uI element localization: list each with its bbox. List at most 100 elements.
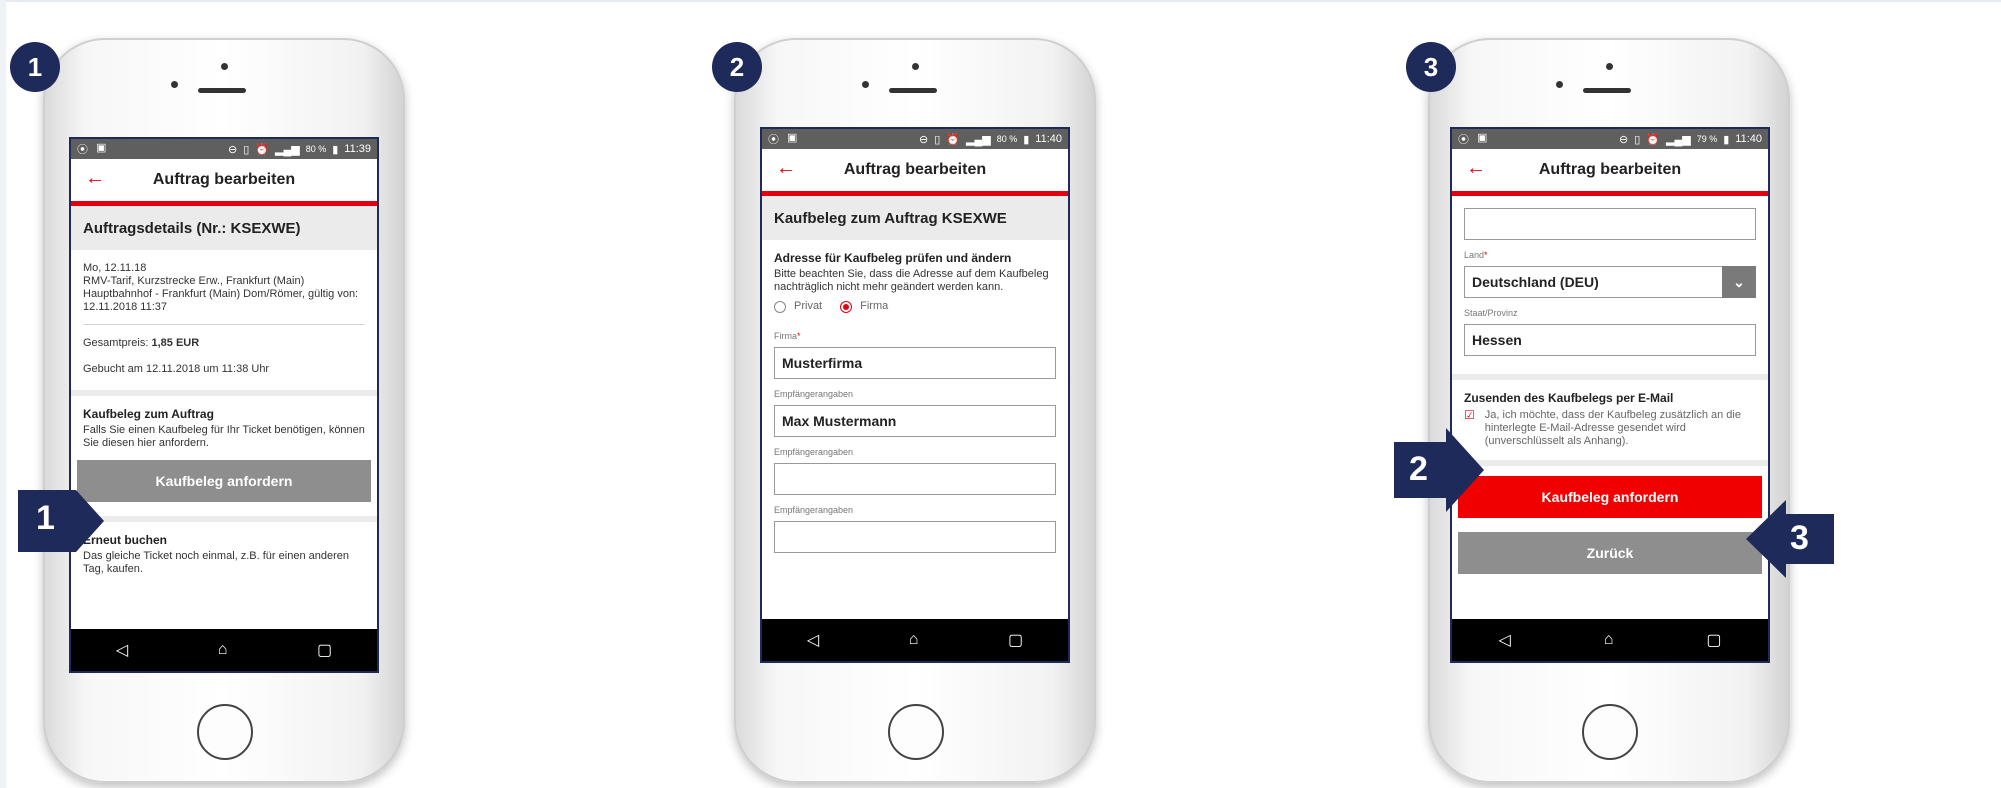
signal-icon: ▂▄▆ <box>965 133 991 146</box>
state-input[interactable]: Hessen <box>1464 324 1756 356</box>
receipt-section: Kaufbeleg zum Auftrag Falls Sie einen Ka… <box>71 396 377 460</box>
front-camera <box>862 81 869 88</box>
status-bar: ⦿ ▣ ⊖ ▯ ⏰ ▂▄▆ 80 % ▮ 11:39 <box>71 139 377 159</box>
image-icon: ▣ <box>96 142 107 154</box>
back-button[interactable]: Zurück <box>1458 532 1762 574</box>
order-details: Mo, 12.11.18 RMV-Tarif, Kurzstrecke Erw.… <box>71 250 377 390</box>
home-button[interactable] <box>888 704 944 760</box>
recipient-label-2: Empfängerangaben <box>774 447 854 457</box>
receipt-text: Falls Sie einen Kaufbeleg für Ihr Ticket… <box>83 424 365 449</box>
app-bar: ← Auftrag bearbeiten <box>1452 149 1768 196</box>
country-label: Land* <box>1452 250 1768 260</box>
page-title: Auftrag bearbeiten <box>843 161 987 178</box>
step-badge-2: 2 <box>712 42 762 92</box>
vibrate-icon: ▯ <box>243 143 250 156</box>
section-title: Auftragsdetails (Nr.: KSEXWE) <box>71 206 377 250</box>
nav-home-icon[interactable]: ⌂ <box>1604 631 1614 649</box>
order-description: RMV-Tarif, Kurzstrecke Erw., Frankfurt (… <box>83 275 359 313</box>
address-section: Adresse für Kaufbeleg prüfen und ändern … <box>762 240 1068 313</box>
app-bar: ← Auftrag bearbeiten <box>762 149 1068 196</box>
marker-number: 3 <box>1790 519 1809 557</box>
state-label: Staat/Provinz <box>1464 308 1518 318</box>
android-nav-bar: ◁ ⌂ ▢ <box>1452 619 1768 661</box>
sensor-dot <box>912 63 919 70</box>
top-divider <box>0 0 2001 2</box>
email-option-text: Ja, ich möchte, dass der Kaufbeleg zusät… <box>1484 409 1741 447</box>
right-pointing-arrow-icon <box>18 490 104 552</box>
back-arrow-icon[interactable]: ← <box>85 167 105 190</box>
step-badge-3: 3 <box>1406 42 1456 92</box>
step-badge-1: 1 <box>10 42 60 92</box>
nav-back-icon[interactable]: ◁ <box>116 640 128 660</box>
address-type-radio-group: Privat Firma <box>774 300 1056 313</box>
radio-company[interactable] <box>840 300 853 313</box>
status-time: 11:40 <box>1735 133 1762 145</box>
home-button[interactable] <box>1582 704 1638 760</box>
battery-icon: ▮ <box>1023 133 1030 146</box>
phone-step-2: ⦿ ▣ ⊖ ▯ ⏰ ▂▄▆ 80 % ▮ 11:40 ← Auftrag bear… <box>734 38 1096 783</box>
vibrate-icon: ▯ <box>1634 133 1641 146</box>
back-arrow-icon[interactable]: ← <box>1466 157 1486 180</box>
signal-icon: ▂▄▆ <box>1665 133 1691 146</box>
battery-icon: ▮ <box>1723 133 1730 146</box>
nav-home-icon[interactable]: ⌂ <box>218 641 228 659</box>
nav-home-icon[interactable]: ⌂ <box>909 631 919 649</box>
app-bar: ← Auftrag bearbeiten <box>71 159 377 206</box>
company-input[interactable]: Musterfirma <box>774 347 1056 379</box>
marker-number: 2 <box>1409 450 1428 488</box>
total-label: Gesamtpreis: <box>83 337 149 349</box>
dnd-icon: ⊖ <box>919 133 929 146</box>
status-bar: ⦿ ▣ ⊖ ▯ ⏰ ▂▄▆ 80 % ▮ 11:40 <box>762 129 1068 149</box>
back-arrow-icon[interactable]: ← <box>776 157 796 180</box>
signal-icon: ▂▄▆ <box>274 143 300 156</box>
recipient-input-3[interactable] <box>774 521 1056 553</box>
alarm-icon: ⏰ <box>1646 133 1660 146</box>
notification-icon: ⦿ <box>768 134 779 146</box>
radio-company-label: Firma <box>860 300 889 312</box>
recipient-input-2[interactable] <box>774 463 1056 495</box>
notification-icon: ⦿ <box>77 144 88 156</box>
nav-back-icon[interactable]: ◁ <box>807 630 819 650</box>
divider <box>83 324 365 325</box>
email-section: Zusenden des Kaufbelegs per E-Mail ☑ Ja,… <box>1452 380 1768 460</box>
notification-icon: ⦿ <box>1458 134 1469 146</box>
left-edge-bar <box>0 0 6 788</box>
nav-recents-icon[interactable]: ▢ <box>1008 630 1023 650</box>
chevron-down-icon[interactable]: ⌄ <box>1722 266 1756 298</box>
section-separator <box>1452 460 1768 466</box>
country-label-text: Land <box>1464 250 1485 260</box>
phone-screen: ⦿ ▣ ⊖ ▯ ⏰ ▂▄▆ 79 % ▮ 11:40 ← Auftrag bear… <box>1450 127 1770 663</box>
booked-info: Gebucht am 12.11.2018 um 11:38 Uhr <box>83 363 270 375</box>
nav-recents-icon[interactable]: ▢ <box>317 640 332 660</box>
front-camera <box>171 81 178 88</box>
recipient-label-3: Empfängerangaben <box>774 505 854 515</box>
section-title: Kaufbeleg zum Auftrag KSEXWE <box>762 196 1068 240</box>
total-price: Gesamtpreis: 1,85 EUR <box>83 337 365 350</box>
battery-percent: 80 % <box>305 144 327 154</box>
recipient-input-1[interactable]: Max Mustermann <box>774 405 1056 437</box>
email-option: ☑ Ja, ich möchte, dass der Kaufbeleg zus… <box>1464 409 1756 448</box>
pointer-marker-3: 3 <box>1746 500 1834 578</box>
address-extra-input[interactable] <box>1464 208 1756 240</box>
request-receipt-button[interactable]: Kaufbeleg anfordern <box>77 460 371 502</box>
nav-back-icon[interactable]: ◁ <box>1498 630 1510 650</box>
company-label-text: Firma <box>774 331 797 341</box>
radio-private[interactable] <box>774 300 786 313</box>
alarm-icon: ⏰ <box>255 143 269 156</box>
request-receipt-button[interactable]: Kaufbeleg anfordern <box>1458 476 1762 518</box>
sensor-dot <box>221 63 228 70</box>
total-value: 1,85 EUR <box>151 337 200 349</box>
pointer-marker-1: 1 <box>18 490 104 552</box>
vibrate-icon: ▯ <box>934 133 941 146</box>
pointer-marker-2: 2 <box>1394 428 1484 512</box>
home-button[interactable] <box>197 704 253 760</box>
speaker <box>1583 88 1631 93</box>
nav-recents-icon[interactable]: ▢ <box>1706 630 1721 650</box>
page-title: Auftrag bearbeiten <box>1538 161 1682 178</box>
country-select[interactable]: Deutschland (DEU) ⌄ <box>1464 266 1756 298</box>
battery-percent: 80 % <box>996 134 1018 144</box>
required-mark: * <box>1484 250 1488 260</box>
battery-percent: 79 % <box>1696 134 1718 144</box>
status-bar: ⦿ ▣ ⊖ ▯ ⏰ ▂▄▆ 79 % ▮ 11:40 <box>1452 129 1768 149</box>
speaker <box>889 88 937 93</box>
